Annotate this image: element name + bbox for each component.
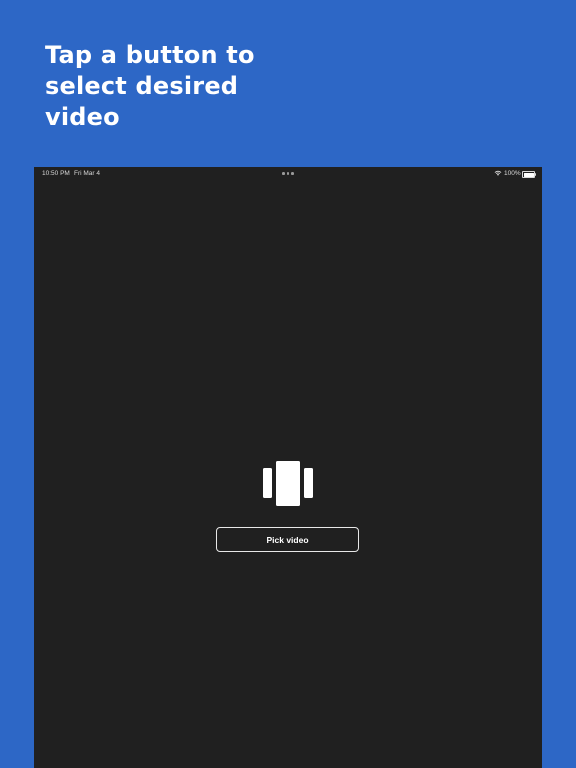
device-screen: 10:50 PM Fri Mar 4 100% Pick video [34, 167, 542, 768]
battery-icon [522, 171, 537, 179]
headline: Tap a button to select desired video [45, 41, 255, 131]
status-date: Fri Mar 4 [74, 170, 100, 177]
battery-percentage: 100% [504, 170, 521, 177]
video-carousel-icon [263, 461, 313, 506]
status-time: 10:50 PM [42, 170, 70, 177]
multitask-dots-icon[interactable] [282, 172, 294, 175]
pick-video-button[interactable]: Pick video [216, 527, 359, 552]
status-bar: 10:50 PM Fri Mar 4 100% [34, 167, 542, 180]
wifi-icon [494, 170, 502, 176]
